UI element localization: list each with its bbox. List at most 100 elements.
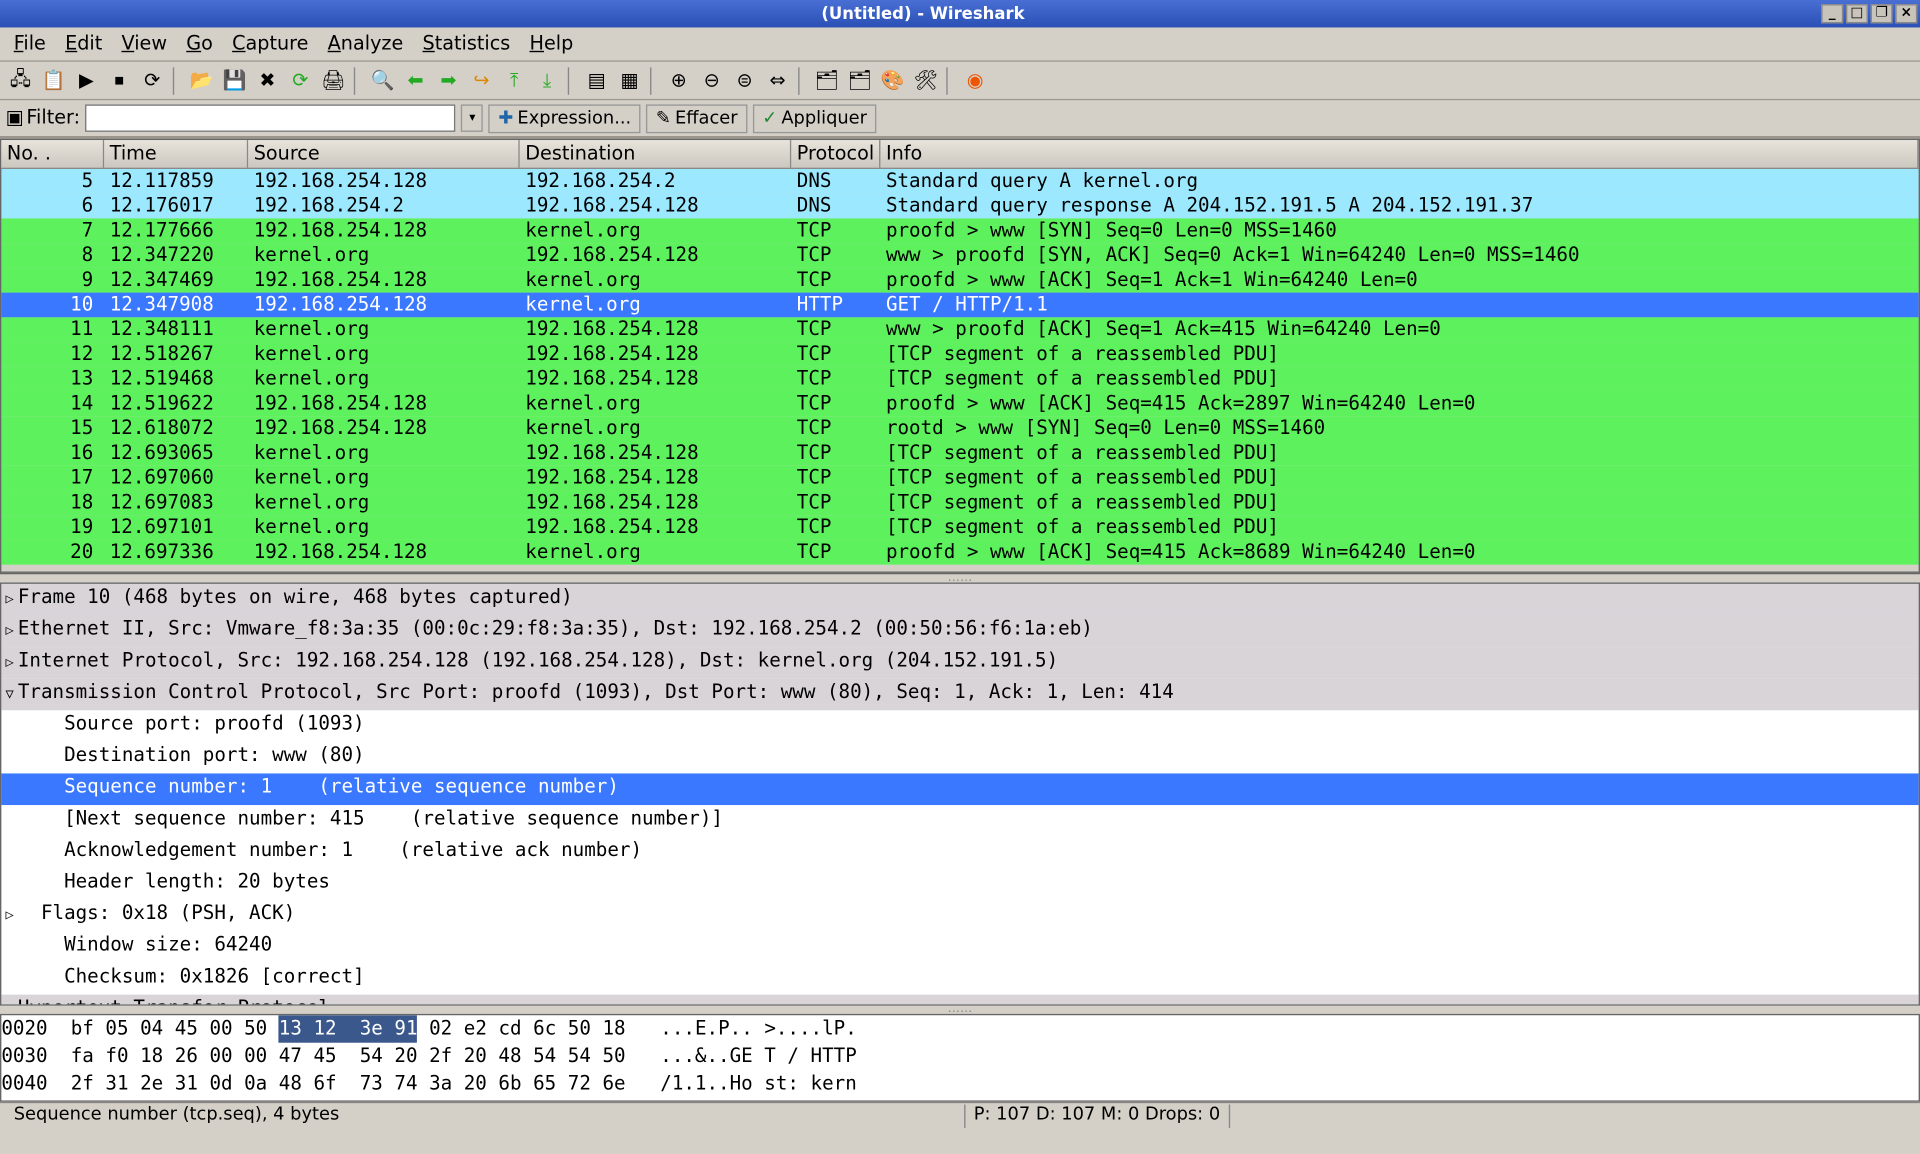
menu-help[interactable]: Help [521,30,581,57]
packet-row[interactable]: 1012.347908192.168.254.128kernel.orgHTTP… [1,293,1918,318]
apply-button[interactable]: ✓Appliquer [753,104,877,133]
details-row[interactable]: ▷Frame 10 (468 bytes on wire, 468 bytes … [1,584,1918,616]
restart-capture-icon[interactable]: ⟳ [137,65,167,95]
packet-row[interactable]: 612.176017192.168.254.2192.168.254.128DN… [1,194,1918,219]
preferences-icon[interactable]: 🛠 [911,65,941,95]
stop-capture-icon[interactable]: ⏹ [104,65,134,95]
details-row[interactable]: [Next sequence number: 415 (relative seq… [1,805,1918,837]
packet-row[interactable]: 1112.348111kernel.org192.168.254.128TCPw… [1,317,1918,342]
details-row[interactable]: Acknowledgement number: 1 (relative ack … [1,837,1918,869]
interfaces-icon[interactable]: 🖧 [5,65,35,95]
packet-row[interactable]: 512.117859192.168.254.128192.168.254.2DN… [1,169,1918,194]
titlebar[interactable]: (Untitled) - Wireshark _ □ ❐ × [0,0,1920,27]
col-time[interactable]: Time [104,140,248,167]
reload-icon[interactable]: ⟳ [285,65,315,95]
packet-row[interactable]: 712.177666192.168.254.128kernel.orgTCPpr… [1,218,1918,243]
help-icon[interactable]: ◉ [960,65,990,95]
menu-file[interactable]: File [5,30,54,57]
goto-icon[interactable]: ↪ [466,65,496,95]
menu-go[interactable]: Go [178,30,221,57]
packet-row[interactable]: 1712.697060kernel.org192.168.254.128TCP[… [1,466,1918,491]
colorize-icon[interactable]: ▤ [581,65,611,95]
splitter[interactable]: ⋯⋯ [0,574,1920,582]
minimize-icon[interactable]: _ [1821,4,1843,23]
find-icon[interactable]: 🔍 [368,65,398,95]
packet-row[interactable]: 1612.693065kernel.org192.168.254.128TCP[… [1,441,1918,466]
details-row[interactable]: ▽Hypertext Transfer Protocol [1,995,1918,1006]
col-no[interactable]: No. . [1,140,104,167]
status-right: P: 107 D: 107 M: 0 Drops: 0 [965,1105,1229,1128]
packet-row[interactable]: 1412.519622192.168.254.128kernel.orgTCPp… [1,392,1918,417]
forward-icon[interactable]: ➡ [433,65,463,95]
details-row[interactable]: ▷Ethernet II, Src: Vmware_f8:3a:35 (00:0… [1,615,1918,647]
col-destination[interactable]: Destination [520,140,792,167]
restore-icon[interactable]: ❐ [1871,4,1893,23]
filter-input[interactable] [86,104,456,131]
toolbar: 🖧 📋 ▶ ⏹ ⟳ 📂 💾 ✖ ⟳ 🖨 🔍 ⬅ ➡ ↪ ⤒ ⤓ ▤ ▦ ⊕ ⊖ … [0,62,1920,100]
display-filters-icon[interactable]: 🗂 [845,65,875,95]
details-row[interactable]: Destination port: www (80) [1,742,1918,774]
packet-row[interactable]: 2012.697336192.168.254.128kernel.orgTCPp… [1,540,1918,565]
resize-columns-icon[interactable]: ⇔ [763,65,793,95]
zoom-reset-icon[interactable]: ⊜ [730,65,760,95]
packet-row[interactable]: 1912.697101kernel.org192.168.254.128TCP[… [1,515,1918,540]
print-icon[interactable]: 🖨 [318,65,348,95]
details-row[interactable]: ▽Transmission Control Protocol, Src Port… [1,679,1918,711]
packet-row[interactable]: 1312.519468kernel.org192.168.254.128TCP[… [1,367,1918,392]
packet-row[interactable]: 1212.518267kernel.org192.168.254.128TCP[… [1,342,1918,367]
splitter[interactable]: ⋯⋯ [0,1006,1920,1014]
details-row[interactable]: Sequence number: 1 (relative sequence nu… [1,773,1918,805]
expression-button[interactable]: ✚Expression... [489,104,641,133]
packet-row[interactable]: 1812.697083kernel.org192.168.254.128TCP[… [1,490,1918,515]
hex-row[interactable]: 0040 2f 31 2e 31 0d 0a 48 6f 73 74 3a 20… [1,1070,1918,1097]
menubar: File Edit View Go Capture Analyze Statis… [0,27,1920,61]
statusbar: Sequence number (tcp.seq), 4 bytes P: 10… [0,1102,1920,1129]
autoscroll-icon[interactable]: ▦ [614,65,644,95]
col-info[interactable]: Info [880,140,1918,167]
close-file-icon[interactable]: ✖ [252,65,282,95]
filter-icon: ▣ [5,107,23,129]
coloring-rules-icon[interactable]: 🎨 [878,65,908,95]
details-row[interactable]: Header length: 20 bytes [1,868,1918,900]
capture-filters-icon[interactable]: 🗂 [812,65,842,95]
details-row[interactable]: Checksum: 0x1826 [correct] [1,963,1918,995]
close-icon[interactable]: × [1895,4,1917,23]
menu-edit[interactable]: Edit [57,30,111,57]
go-first-icon[interactable]: ⤒ [499,65,529,95]
packet-details[interactable]: ▷Frame 10 (468 bytes on wire, 468 bytes … [0,582,1920,1005]
packet-bytes[interactable]: 0020 bf 05 04 45 00 50 13 12 3e 91 02 e2… [0,1014,1920,1102]
zoom-in-icon[interactable]: ⊕ [664,65,694,95]
details-row[interactable]: ▷Internet Protocol, Src: 192.168.254.128… [1,647,1918,679]
packet-row[interactable]: 1512.618072192.168.254.128kernel.orgTCPr… [1,416,1918,441]
packet-header[interactable]: No. . Time Source Destination Protocol I… [1,140,1918,169]
filter-label[interactable]: ▣ Filter: [5,107,80,129]
filter-dropdown-icon[interactable]: ▾ [461,104,483,131]
details-row[interactable]: Window size: 64240 [1,931,1918,963]
packet-row[interactable]: 912.347469192.168.254.128kernel.orgTCPpr… [1,268,1918,293]
back-icon[interactable]: ⬅ [400,65,430,95]
options-icon[interactable]: 📋 [38,65,68,95]
maximize-icon[interactable]: □ [1846,4,1868,23]
filterbar: ▣ Filter: ▾ ✚Expression... ✎Effacer ✓App… [0,100,1920,138]
clear-button[interactable]: ✎Effacer [646,104,747,133]
status-left: Sequence number (tcp.seq), 4 bytes [5,1105,965,1128]
save-icon[interactable]: 💾 [219,65,249,95]
hex-row[interactable]: 0020 bf 05 04 45 00 50 13 12 3e 91 02 e2… [1,1015,1918,1042]
menu-view[interactable]: View [113,30,175,57]
col-source[interactable]: Source [248,140,520,167]
packet-row[interactable]: 812.347220kernel.org192.168.254.128TCPww… [1,243,1918,268]
menu-capture[interactable]: Capture [224,30,317,57]
open-icon[interactable]: 📂 [187,65,217,95]
menu-statistics[interactable]: Statistics [414,30,518,57]
start-capture-icon[interactable]: ▶ [71,65,101,95]
details-row[interactable]: ▷ Flags: 0x18 (PSH, ACK) [1,900,1918,932]
zoom-out-icon[interactable]: ⊖ [697,65,727,95]
details-row[interactable]: Source port: proofd (1093) [1,710,1918,742]
window-title: (Untitled) - Wireshark [25,4,1822,23]
col-protocol[interactable]: Protocol [791,140,880,167]
go-last-icon[interactable]: ⤓ [532,65,562,95]
hex-row[interactable]: 0030 fa f0 18 26 00 00 47 45 54 20 2f 20… [1,1043,1918,1070]
packet-list: No. . Time Source Destination Protocol I… [0,139,1920,574]
wireshark-window: (Untitled) - Wireshark _ □ ❐ × File Edit… [0,0,1920,1154]
menu-analyze[interactable]: Analyze [319,30,411,57]
